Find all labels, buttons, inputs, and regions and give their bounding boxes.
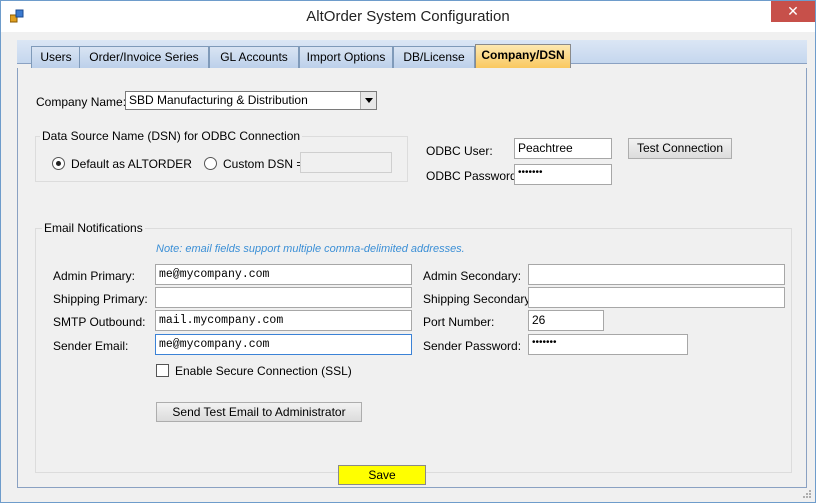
test-connection-button[interactable]: Test Connection <box>628 138 732 159</box>
tab-import-options[interactable]: Import Options <box>299 46 393 68</box>
custom-dsn-input[interactable] <box>300 152 392 173</box>
odbc-password-label: ODBC Password: <box>426 169 521 183</box>
email-note: Note: email fields support multiple comm… <box>156 243 465 255</box>
ssl-label[interactable]: Enable Secure Connection (SSL) <box>175 364 352 378</box>
custom-dsn-label[interactable]: Custom DSN = <box>223 157 303 171</box>
close-button[interactable]: ✕ <box>771 1 815 22</box>
chevron-down-icon[interactable] <box>360 92 376 109</box>
close-icon: ✕ <box>787 3 799 19</box>
port-number-label: Port Number: <box>423 315 495 329</box>
resize-grip-icon[interactable] <box>802 489 812 499</box>
tab-panel-company-dsn: Company Name: SBD Manufacturing & Distri… <box>17 68 807 488</box>
shipping-secondary-input[interactable] <box>528 287 785 308</box>
company-name-value: SBD Manufacturing & Distribution <box>129 93 308 107</box>
sender-password-label: Sender Password: <box>423 339 522 353</box>
admin-primary-label: Admin Primary: <box>53 269 136 283</box>
tab-gl-accounts[interactable]: GL Accounts <box>209 46 299 68</box>
tab-company-dsn[interactable]: Company/DSN <box>475 44 571 69</box>
title-bar[interactable]: AltOrder System Configuration ✕ <box>1 1 815 32</box>
admin-secondary-label: Admin Secondary: <box>423 269 522 283</box>
custom-dsn-radio[interactable] <box>204 157 217 170</box>
odbc-user-input[interactable]: Peachtree <box>514 138 612 159</box>
admin-primary-input[interactable]: me@mycompany.com <box>155 264 412 285</box>
tab-users[interactable]: Users <box>31 46 81 68</box>
save-button[interactable]: Save <box>338 465 426 485</box>
odbc-user-label: ODBC User: <box>426 144 493 158</box>
company-name-label: Company Name: <box>36 95 127 109</box>
email-group-title: Email Notifications <box>42 221 145 235</box>
window-title: AltOrder System Configuration <box>306 8 510 25</box>
smtp-outbound-input[interactable]: mail.mycompany.com <box>155 310 412 331</box>
dsn-group-title: Data Source Name (DSN) for ODBC Connecti… <box>40 129 303 143</box>
sender-email-label: Sender Email: <box>53 339 129 353</box>
company-name-select[interactable]: SBD Manufacturing & Distribution <box>125 91 377 110</box>
sender-password-input[interactable]: ••••••• <box>528 334 688 355</box>
tab-db-license[interactable]: DB/License <box>393 46 475 68</box>
send-test-email-button[interactable]: Send Test Email to Administrator <box>156 402 362 422</box>
default-dsn-label[interactable]: Default as ALTORDER <box>71 157 192 171</box>
app-window: AltOrder System Configuration ✕ Users Or… <box>0 0 816 503</box>
admin-secondary-input[interactable] <box>528 264 785 285</box>
tab-order-invoice-series[interactable]: Order/Invoice Series <box>79 46 209 68</box>
shipping-primary-input[interactable] <box>155 287 412 308</box>
port-number-input[interactable]: 26 <box>528 310 604 331</box>
shipping-primary-label: Shipping Primary: <box>53 292 148 306</box>
ssl-checkbox[interactable] <box>156 364 169 377</box>
shipping-secondary-label: Shipping Secondary: <box>423 292 534 306</box>
odbc-password-input[interactable]: ••••••• <box>514 164 612 185</box>
default-dsn-radio[interactable] <box>52 157 65 170</box>
smtp-outbound-label: SMTP Outbound: <box>53 315 146 329</box>
sender-email-input[interactable]: me@mycompany.com <box>155 334 412 355</box>
client-area: Users Order/Invoice Series GL Accounts I… <box>1 32 815 502</box>
